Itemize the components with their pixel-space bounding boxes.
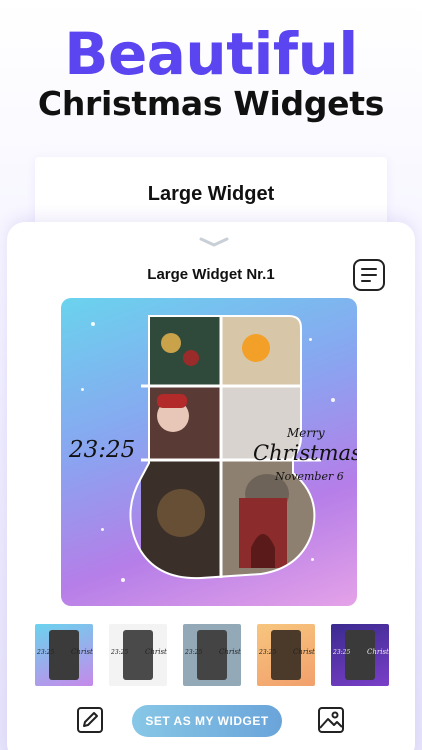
pencil-icon[interactable] — [76, 706, 104, 734]
thumbnail-1[interactable]: 23:25 Christmas — [35, 624, 93, 686]
set-as-my-widget-button[interactable]: SET AS MY WIDGET — [132, 705, 282, 737]
thumbnail-time: 23:25 — [37, 649, 55, 656]
thumbnail-time: 23:25 — [185, 649, 203, 656]
thumbnail-label: Christmas — [71, 648, 93, 656]
list-icon — [361, 268, 377, 270]
background-card-title: Large Widget — [147, 183, 275, 205]
headline-christmas-widgets: Christmas Widgets — [37, 84, 385, 123]
widget-detail-sheet: Large Widget Nr.1 23:25 Merry Christmas … — [7, 222, 415, 750]
chevron-down-icon[interactable] — [199, 237, 229, 247]
image-icon[interactable] — [317, 706, 345, 734]
thumbnail-5[interactable]: 23:25 Christmas — [331, 624, 389, 686]
thumbnail-2[interactable]: 23:25 Christmas — [109, 624, 167, 686]
list-icon-line — [361, 280, 371, 282]
widget-time: 23:25 — [69, 437, 136, 463]
widget-preview: 23:25 Merry Christmas November 6 — [61, 298, 357, 606]
thumbnail-label: Christmas — [219, 648, 241, 656]
widget-greeting-large: Christmas — [253, 441, 357, 465]
thumbnail-time: 23:25 — [111, 649, 129, 656]
widget-date: November 6 — [275, 470, 344, 483]
thumbnail-label: Christmas — [145, 648, 167, 656]
thumbnail-time: 23:25 — [333, 649, 351, 656]
thumbnail-label: Christmas — [367, 648, 389, 656]
widget-greeting-small: Merry — [287, 426, 325, 440]
thumbnail-3[interactable]: 23:25 Christmas — [183, 624, 241, 686]
widget-thumbnail-strip: 23:25 Christmas 23:25 Christmas 23:25 Ch… — [35, 624, 391, 686]
thumbnail-label: Christmas — [293, 648, 315, 656]
thumbnail-time: 23:25 — [259, 649, 277, 656]
list-button[interactable] — [353, 259, 385, 291]
list-icon-line — [361, 274, 377, 276]
headline-beautiful: Beautiful — [64, 20, 358, 88]
thumbnail-4[interactable]: 23:25 Christmas — [257, 624, 315, 686]
